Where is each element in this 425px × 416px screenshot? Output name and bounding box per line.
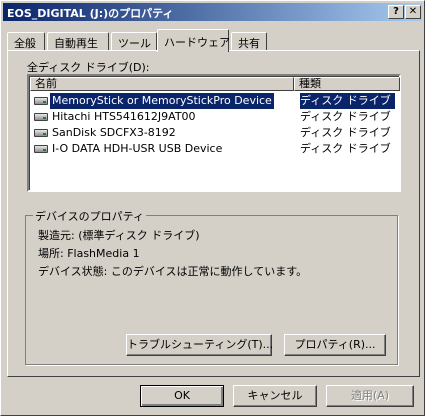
properties-button[interactable]: プロパティ(R)...: [284, 334, 386, 356]
device-status-text: デバイス状態: このデバイスは正常に動作しています。: [38, 265, 308, 278]
tab-autoplay[interactable]: 自動再生: [47, 32, 109, 51]
cancel-button[interactable]: キャンセル: [233, 385, 317, 407]
troubleshoot-button[interactable]: トラブルシューティング(T)...: [126, 334, 273, 356]
drive-type: ディスク ドライブ: [300, 110, 391, 123]
list-item[interactable]: MemoryStick or MemoryStickPro Device ディス…: [32, 92, 400, 110]
drive-name: SanDisk SDCFX3-8192: [52, 126, 176, 139]
apply-button[interactable]: 適用(A): [326, 385, 414, 407]
device-properties-title: デバイスのプロパティ: [33, 208, 147, 224]
drive-name: I-O DATA HDH-USR USB Device: [52, 142, 223, 155]
location-text: 場所: FlashMedia 1: [38, 247, 140, 260]
properties-dialog: EOS_DIGITAL (J:)のプロパティ ? ✕ 全般 自動再生 ツール ハ…: [0, 0, 425, 416]
tab-sharing[interactable]: 共有: [231, 32, 267, 51]
list-item[interactable]: Hitachi HTS541612J9AT00 ディスク ドライブ: [32, 109, 400, 125]
column-type-header[interactable]: 種類: [294, 77, 400, 91]
title-bar[interactable]: EOS_DIGITAL (J:)のプロパティ ? ✕: [3, 3, 422, 21]
disk-drive-icon: [34, 145, 48, 153]
disk-drive-icon: [34, 113, 48, 121]
column-name-header[interactable]: 名前: [30, 77, 294, 91]
drive-type: ディスク ドライブ: [300, 142, 391, 155]
drive-type: ディスク ドライブ: [300, 93, 395, 109]
ok-button[interactable]: OK: [140, 385, 224, 407]
drive-list-label: 全ディスク ドライブ(D):: [27, 61, 150, 74]
drive-name: MemoryStick or MemoryStickPro Device: [49, 92, 275, 110]
tab-general[interactable]: 全般: [7, 32, 45, 51]
drive-name: Hitachi HTS541612J9AT00: [52, 110, 196, 123]
disk-drive-icon: [34, 97, 48, 105]
list-header: 名前 種類: [30, 77, 400, 91]
tab-tools[interactable]: ツール: [111, 32, 157, 51]
list-item[interactable]: SanDisk SDCFX3-8192 ディスク ドライブ: [32, 125, 400, 141]
disk-drive-icon: [34, 129, 48, 137]
window-title: EOS_DIGITAL (J:)のプロパティ: [7, 7, 174, 20]
list-item[interactable]: I-O DATA HDH-USR USB Device ディスク ドライブ: [32, 141, 400, 157]
help-button[interactable]: ?: [388, 5, 404, 19]
tab-hardware[interactable]: ハードウェア: [157, 29, 230, 52]
drive-type: ディスク ドライブ: [300, 126, 391, 139]
drive-list[interactable]: 名前 種類 MemoryStick or MemoryStickPro Devi…: [27, 74, 401, 192]
close-button[interactable]: ✕: [405, 5, 421, 19]
manufacturer-text: 製造元: (標準ディスク ドライブ): [38, 229, 200, 242]
